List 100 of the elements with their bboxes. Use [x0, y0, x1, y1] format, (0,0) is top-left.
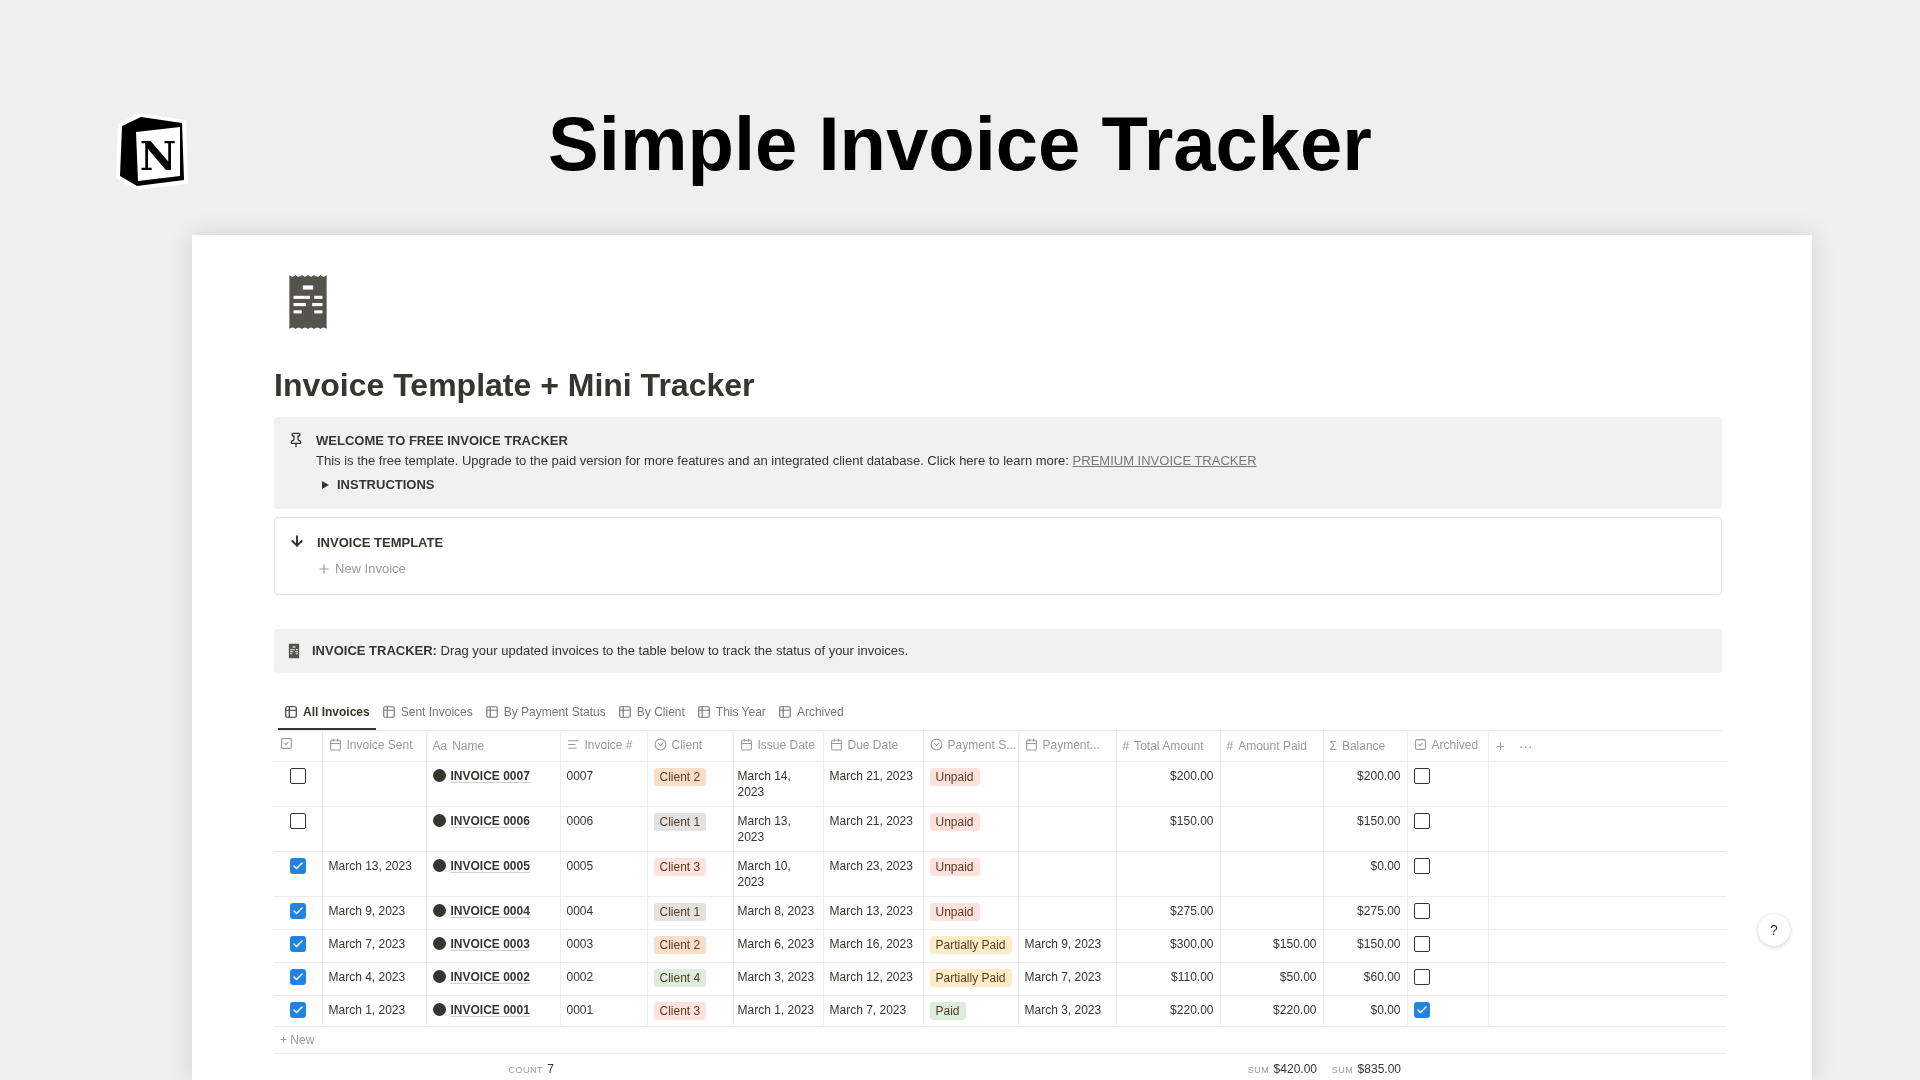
- invoice-link[interactable]: INVOICE 0003: [450, 936, 530, 952]
- cell-text: 0003: [566, 937, 594, 951]
- table-icon: [284, 704, 298, 719]
- cell-text: $300.00: [1170, 937, 1214, 951]
- tag: Client 3: [653, 858, 707, 876]
- tag: Partially Paid: [929, 936, 1012, 954]
- cell-text: March 16, 2023: [829, 937, 913, 951]
- column-header[interactable]: Payment...: [1018, 730, 1116, 762]
- cell-text: 0007: [566, 769, 594, 783]
- cell-text: 0004: [566, 904, 594, 918]
- column-header[interactable]: Client: [647, 730, 733, 762]
- calendar-icon: [328, 738, 342, 751]
- column-header[interactable]: Issue Date: [733, 730, 823, 762]
- checkmark-icon: [1415, 1004, 1428, 1016]
- callout-text: INVOICE TRACKER: Drag your updated invoices to the table below to track the status of your invoices.: [312, 642, 909, 660]
- invoice-link[interactable]: INVOICE 0007: [450, 768, 530, 784]
- new-invoice-button[interactable]: New Invoice: [317, 558, 444, 580]
- view-tab[interactable]: By Payment Status: [478, 702, 612, 730]
- tag: Paid: [929, 1002, 966, 1020]
- receipt-icon: [288, 642, 300, 659]
- cell-text: March 21, 2023: [829, 769, 913, 783]
- page-icon: [432, 769, 446, 782]
- invoice-link[interactable]: INVOICE 0002: [450, 969, 530, 985]
- page-icon: [432, 1003, 446, 1016]
- callout-title: WELCOME TO FREE INVOICE TRACKER: [316, 432, 569, 450]
- checkbox[interactable]: [1413, 969, 1430, 985]
- column-header[interactable]: Invoice Sent: [322, 730, 426, 762]
- checkmark-icon: [291, 860, 304, 872]
- column-header[interactable]: Aa Name: [426, 730, 560, 762]
- new-row-button[interactable]: + New: [280, 1031, 315, 1049]
- cell-text: March 14, 2023: [737, 769, 791, 799]
- cell-text: $50.00: [1279, 970, 1317, 984]
- column-type-icon: #: [1226, 736, 1234, 755]
- cell-text: March 6, 2023: [737, 937, 815, 951]
- page-icon: [432, 814, 446, 827]
- checkbox[interactable]: [1413, 903, 1430, 919]
- tag: Client 2: [653, 936, 707, 954]
- checkbox[interactable]: [1413, 936, 1430, 952]
- checkbox[interactable]: [289, 768, 306, 784]
- premium-link[interactable]: PREMIUM INVOICE TRACKER: [1072, 453, 1257, 468]
- table-icon: [696, 704, 711, 719]
- calendar-icon: [739, 738, 753, 751]
- view-tab[interactable]: Archived: [771, 702, 850, 730]
- checkbox[interactable]: [289, 813, 306, 829]
- dropdown-circle-icon: [653, 738, 667, 751]
- cell-text: $0.00: [1370, 859, 1401, 873]
- checkbox[interactable]: [289, 1002, 306, 1018]
- tag: Client 1: [653, 903, 707, 921]
- cell-text: $275.00: [1170, 904, 1214, 918]
- cell-text: March 12, 2023: [829, 970, 913, 984]
- view-tab[interactable]: This Year: [690, 702, 772, 730]
- cell-text: $200.00: [1357, 769, 1401, 783]
- add-column-button[interactable]: +: [1496, 735, 1505, 757]
- receipt-icon: [286, 273, 330, 331]
- cell-text: $220.00: [1170, 1003, 1214, 1017]
- view-tab[interactable]: By Client: [611, 702, 691, 730]
- column-header[interactable]: Due Date: [823, 730, 923, 762]
- cell-text: March 13, 2023: [328, 859, 412, 873]
- tag: Unpaid: [929, 813, 980, 831]
- checkbox[interactable]: [289, 858, 306, 874]
- checkbox[interactable]: [289, 903, 306, 919]
- cell-text: March 1, 2023: [328, 1003, 406, 1017]
- checkbox[interactable]: [1413, 768, 1430, 784]
- column-type-icon: #: [1122, 736, 1130, 755]
- cell-text: $200.00: [1170, 769, 1214, 783]
- cell-text: March 9, 2023: [1024, 937, 1102, 951]
- table-icon: [381, 704, 396, 719]
- dropdown-circle-icon: [929, 738, 943, 751]
- column-header[interactable]: Payment S...: [923, 730, 1018, 762]
- calendar-icon: [829, 738, 843, 751]
- checkmark-icon: [291, 1004, 304, 1016]
- invoice-link[interactable]: INVOICE 0006: [450, 813, 530, 829]
- checkbox[interactable]: [1413, 858, 1430, 874]
- checkbox[interactable]: [1413, 813, 1430, 829]
- cell-text: March 3, 2023: [1024, 1003, 1102, 1017]
- instructions-toggle[interactable]: INSTRUCTIONS: [316, 475, 1257, 495]
- more-button[interactable]: ···: [1518, 735, 1533, 757]
- checkbox[interactable]: [289, 936, 306, 952]
- checkmark-icon: [291, 938, 304, 950]
- invoice-link[interactable]: INVOICE 0004: [450, 903, 530, 919]
- checkmark-icon: [291, 971, 304, 983]
- column-header[interactable]: Invoice #: [560, 730, 647, 762]
- page-icon: [432, 970, 446, 983]
- sum-label: SUM: [1247, 1065, 1270, 1075]
- table-icon: [777, 704, 792, 719]
- cell-text: March 1, 2023: [737, 1003, 815, 1017]
- cell-text: $150.00: [1357, 814, 1401, 828]
- column-header[interactable]: Σ Balance: [1323, 730, 1407, 762]
- column-header[interactable]: # Total Amount: [1116, 730, 1220, 762]
- checkbox[interactable]: [289, 969, 306, 985]
- tag: Client 3: [653, 1002, 707, 1020]
- invoice-link[interactable]: INVOICE 0001: [450, 1002, 530, 1018]
- column-header[interactable]: # Amount Paid: [1220, 730, 1323, 762]
- tag: Client 2: [653, 768, 707, 786]
- view-tab[interactable]: All Invoices: [278, 702, 376, 730]
- checkbox[interactable]: [1413, 1002, 1430, 1018]
- column-header[interactable]: Archived: [1407, 730, 1488, 762]
- invoice-link[interactable]: INVOICE 0005: [450, 858, 530, 874]
- cell-text: March 13, 2023: [737, 814, 791, 844]
- view-tab[interactable]: Sent Invoices: [375, 702, 479, 730]
